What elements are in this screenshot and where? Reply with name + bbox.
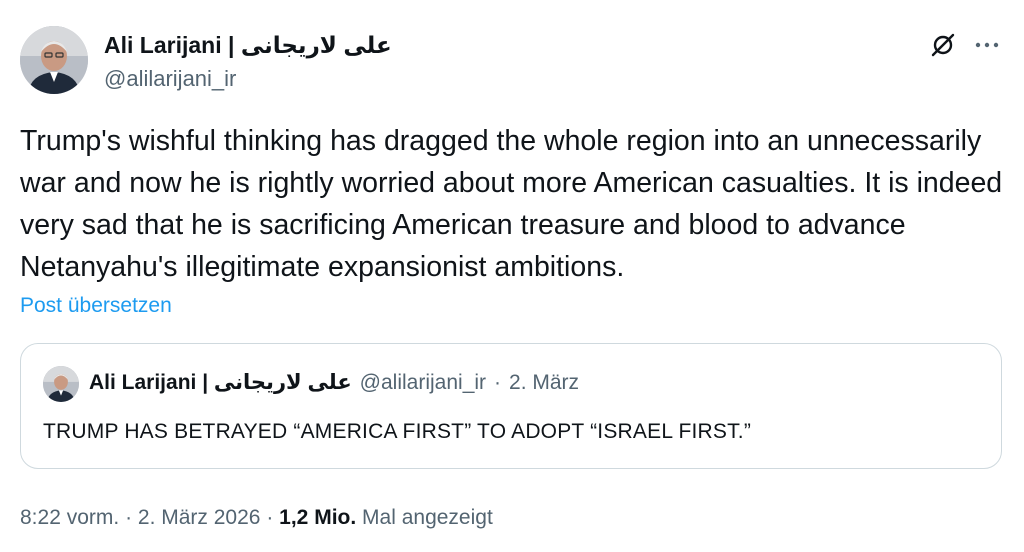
quote-author-name: Ali Larijani | علی لاریجانی <box>89 371 352 394</box>
quote-author-handle: @alilarijani_ir <box>359 370 487 394</box>
quote-header: Ali Larijani | علی لاریجانی @alilarijani… <box>89 370 579 395</box>
quote-date: 2. März <box>509 370 580 394</box>
quoted-tweet[interactable]: Ali Larijani | علی لاریجانی @alilarijani… <box>20 343 1002 469</box>
tweet-footer: 8:22 vorm. · 2. März 2026 · 1,2 Mio. Mal… <box>20 506 493 530</box>
tweet-header: Ali Larijani | علی لاریجانی @alilarijani… <box>20 26 1004 98</box>
views-count: 1,2 Mio. <box>279 506 357 529</box>
author-name-row: Ali Larijani | علی لاریجانی <box>104 32 392 59</box>
views-label: Mal angezeigt <box>362 506 493 529</box>
avatar[interactable] <box>20 26 88 94</box>
quote-separator: · <box>494 370 502 394</box>
footer-separator: · <box>266 506 274 529</box>
post-date[interactable]: 2. März 2026 <box>138 506 261 529</box>
quote-avatar[interactable] <box>43 366 79 402</box>
quote-avatar-image <box>43 366 79 402</box>
tweet-text: Trump's wishful thinking has dragged the… <box>20 125 1003 283</box>
author-name[interactable]: Ali Larijani | علی لاریجانی <box>104 32 392 59</box>
post-time[interactable]: 8:22 vorm. <box>20 506 119 529</box>
quote-text: TRUMP HAS BETRAYED “AMERICA FIRST” TO AD… <box>43 420 752 443</box>
translate-post-link[interactable]: Post übersetzen <box>20 294 172 318</box>
footer-separator: · <box>125 506 133 529</box>
avatar-image <box>20 26 88 94</box>
author-handle[interactable]: @alilarijani_ir <box>104 66 236 92</box>
grok-icon[interactable] <box>928 30 958 60</box>
more-icon[interactable] <box>972 30 1002 60</box>
